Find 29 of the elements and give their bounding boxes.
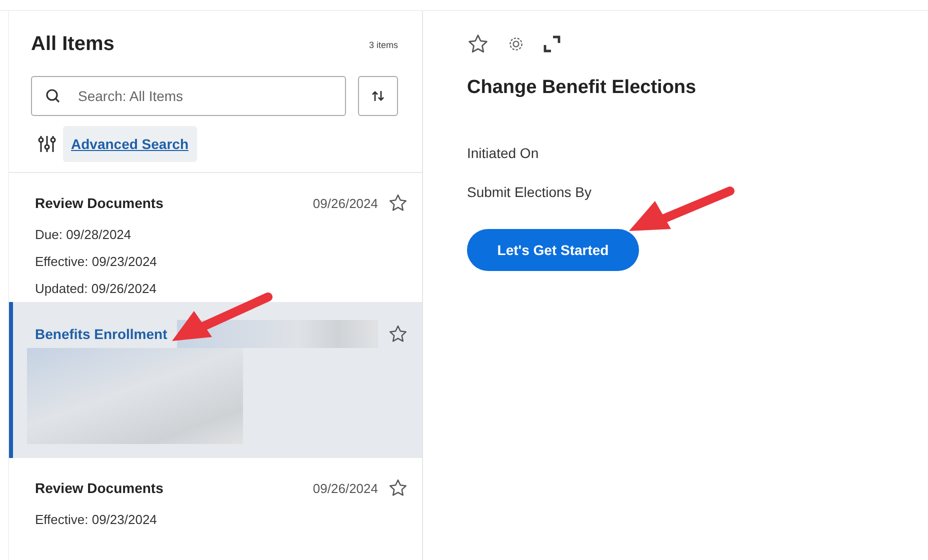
- list-item[interactable]: Review Documents 09/26/2024 Effective: 09/23/2024: [9, 458, 422, 533]
- star-icon[interactable]: [388, 324, 408, 344]
- item-detail: Effective: 09/23/2024: [35, 254, 158, 269]
- panel-title: All Items: [31, 33, 114, 56]
- search-field[interactable]: Search: All Items: [31, 76, 346, 116]
- item-detail: Due: 09/28/2024: [35, 227, 132, 242]
- item-title: Review Documents: [35, 195, 164, 211]
- start-button[interactable]: Let's Get Started: [467, 229, 639, 271]
- item-detail: Updated: 09/26/2024: [35, 281, 158, 296]
- settings-icon[interactable]: [507, 35, 525, 53]
- star-icon[interactable]: [388, 478, 408, 498]
- item-count: 3 items: [368, 40, 398, 50]
- star-icon[interactable]: [467, 33, 489, 55]
- list-item[interactable]: Review Documents 09/26/2024 Due: 09/28/2024 Effective: 09/23/2024 Updated: 09/26/2024: [9, 173, 422, 302]
- advanced-search-link[interactable]: Advanced Search: [63, 126, 196, 162]
- field-label: Submit Elections By: [467, 184, 592, 200]
- sort-icon: [371, 89, 385, 103]
- star-icon[interactable]: [388, 193, 408, 213]
- item-title: Benefits Enrollment: [35, 326, 168, 342]
- item-detail: Effective: 09/23/2024: [35, 512, 158, 527]
- item-date: 09/26/2024: [312, 196, 378, 210]
- detail-title: Change Benefit Elections: [467, 77, 696, 99]
- expand-icon[interactable]: [543, 35, 561, 53]
- filter-icon[interactable]: [37, 134, 57, 154]
- item-title: Review Documents: [35, 480, 164, 496]
- list-item[interactable]: Benefits Enrollment: [9, 302, 422, 458]
- sort-button[interactable]: [358, 76, 398, 116]
- field-label: Initiated On: [467, 145, 539, 161]
- item-date: 09/26/2024: [312, 480, 378, 496]
